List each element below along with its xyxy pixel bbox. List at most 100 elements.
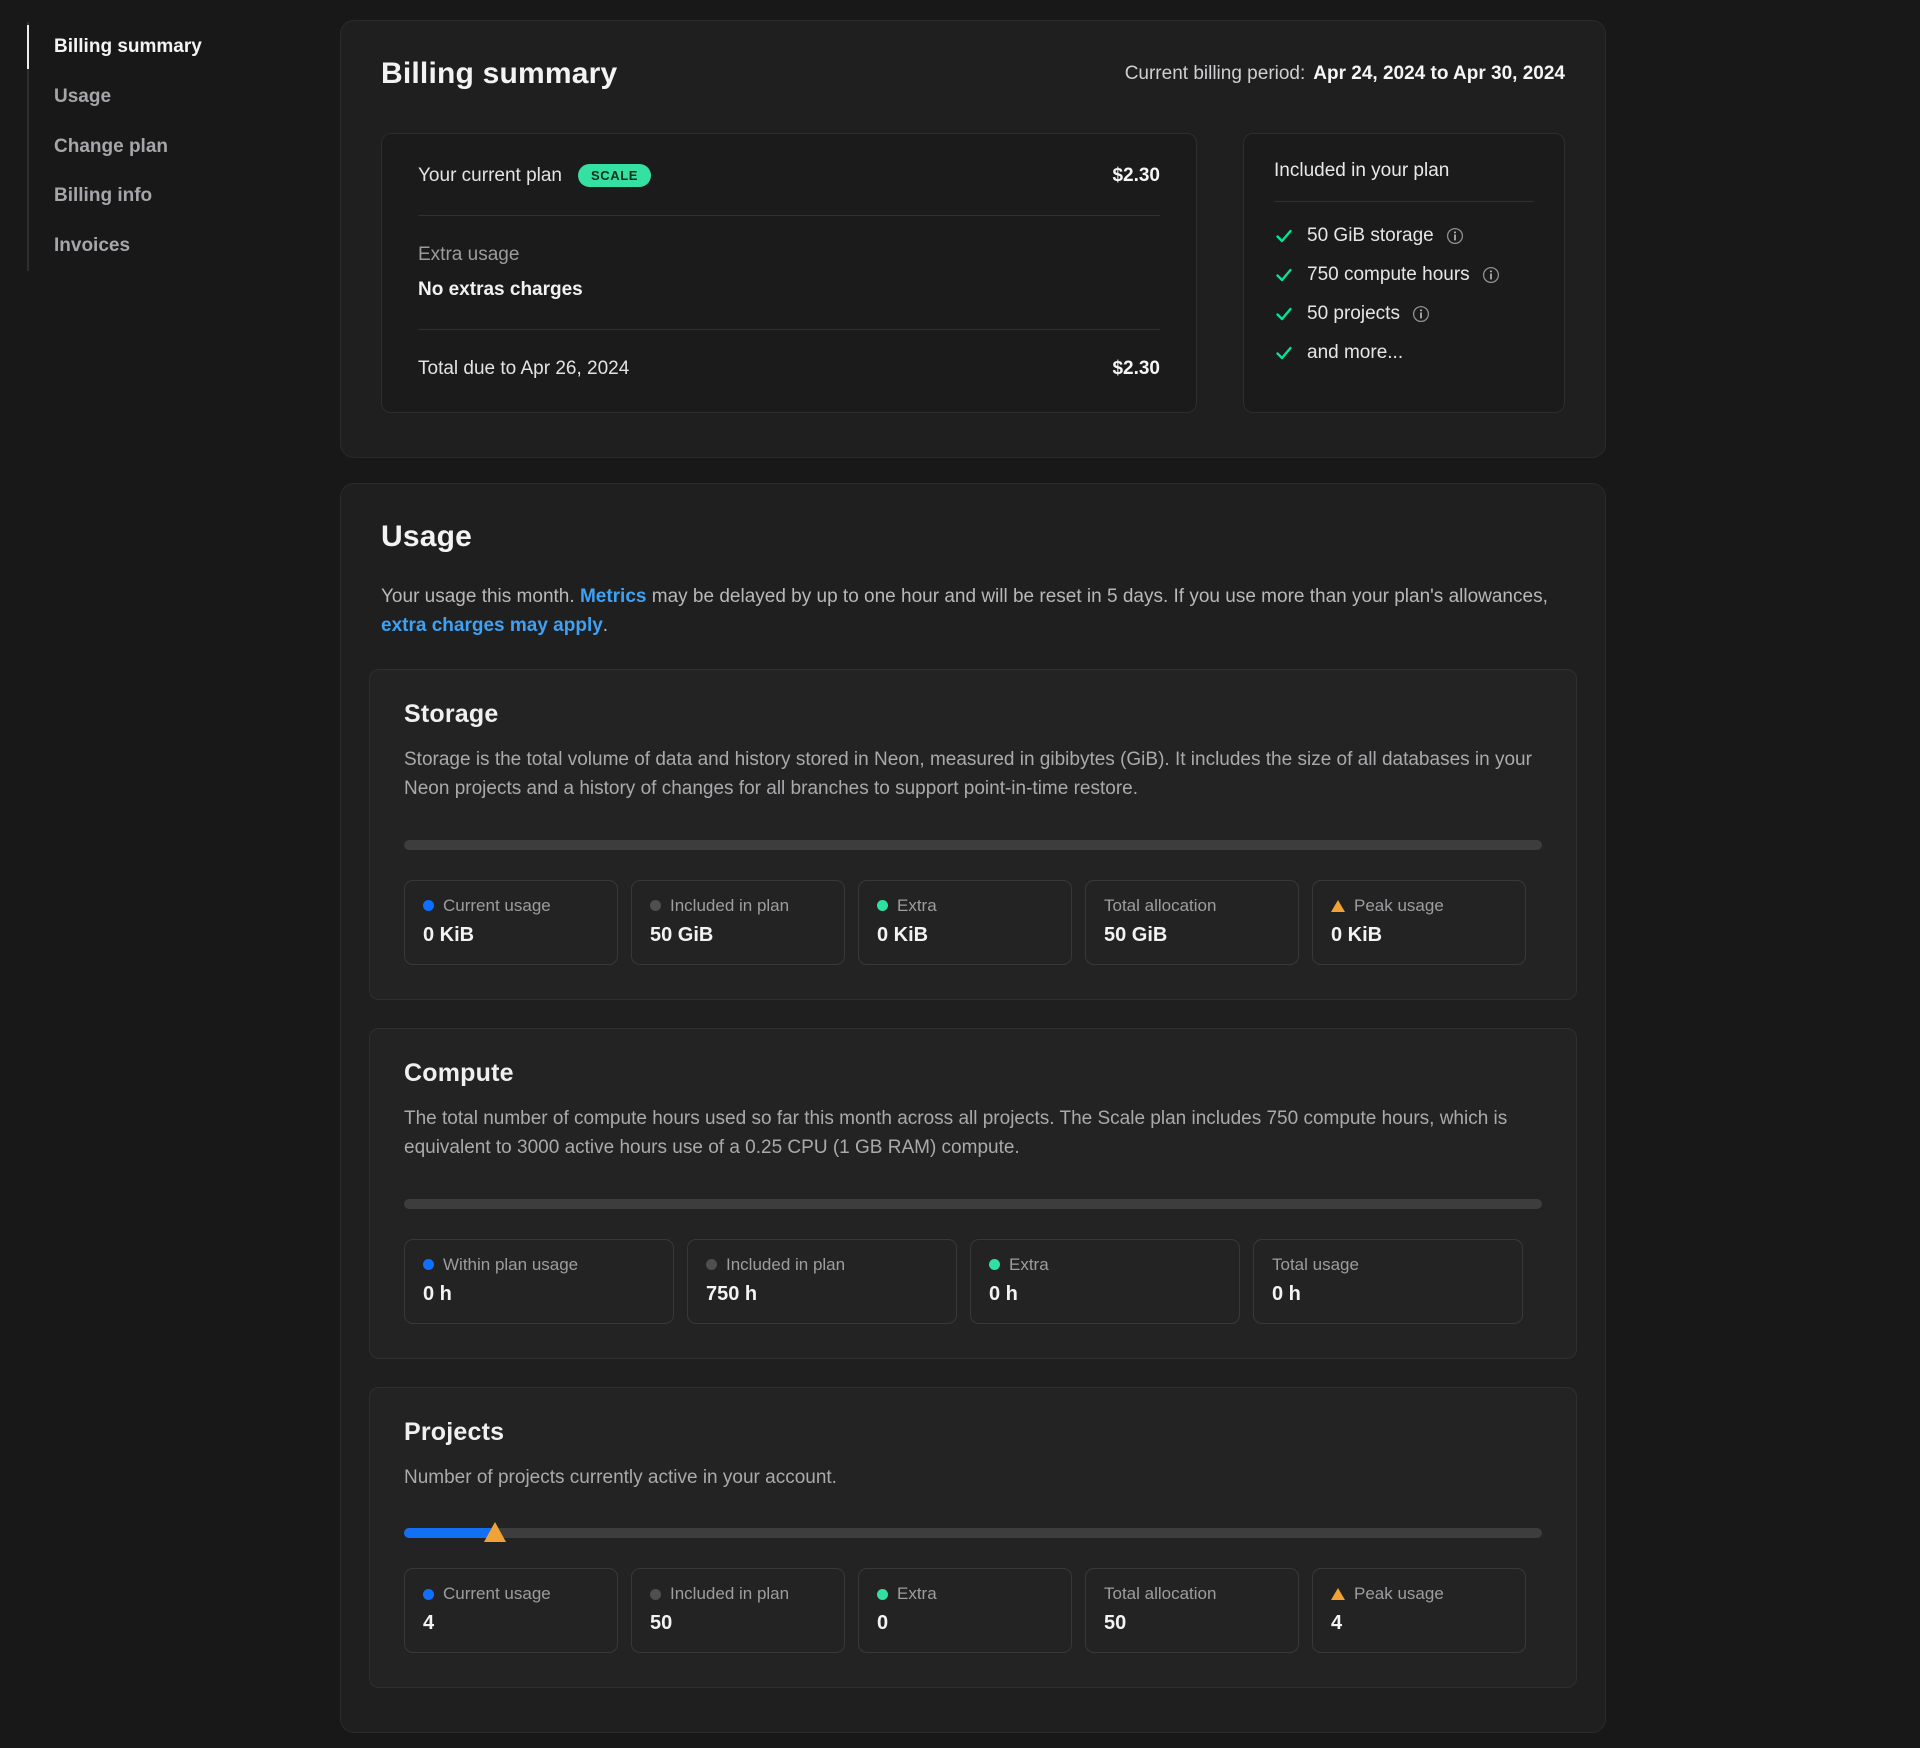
projects-card: Projects Number of projects currently ac… bbox=[369, 1387, 1577, 1688]
extra-usage-label: Extra usage bbox=[418, 244, 1160, 266]
storage-card: Storage Storage is the total volume of d… bbox=[369, 669, 1577, 1000]
compute-title: Compute bbox=[404, 1059, 1542, 1088]
current-plan-row: Your current plan SCALE $2.30 bbox=[418, 164, 1160, 187]
stat-card-total-allocation: Total allocation 50 bbox=[1085, 1568, 1299, 1653]
projects-title: Projects bbox=[404, 1418, 1542, 1447]
stat-value: 50 bbox=[1104, 1612, 1280, 1635]
gray-dot-icon bbox=[650, 1589, 661, 1600]
stat-label: Total allocation bbox=[1104, 1584, 1216, 1604]
sidebar-item-invoices[interactable]: Invoices bbox=[29, 221, 340, 271]
included-item-label: and more... bbox=[1307, 342, 1403, 364]
stat-card-within-plan-usage: Within plan usage 0 h bbox=[404, 1239, 674, 1324]
check-icon bbox=[1274, 226, 1294, 246]
info-icon[interactable] bbox=[1412, 305, 1430, 323]
included-item-compute: 750 compute hours bbox=[1274, 264, 1534, 286]
included-in-plan-card: Included in your plan 50 GiB storage bbox=[1243, 133, 1565, 413]
green-dot-icon bbox=[877, 1589, 888, 1600]
peak-marker-icon bbox=[484, 1522, 506, 1542]
stat-card-included-in-plan: Included in plan 50 GiB bbox=[631, 880, 845, 965]
stat-card-extra: Extra 0 bbox=[858, 1568, 1072, 1653]
extra-usage-block: Extra usage No extras charges bbox=[418, 244, 1160, 301]
stat-label: Included in plan bbox=[726, 1255, 845, 1275]
gray-dot-icon bbox=[706, 1259, 717, 1270]
included-item-label: 50 projects bbox=[1307, 303, 1400, 325]
billing-nav: Billing summary Usage Change plan Billin… bbox=[27, 22, 340, 271]
projects-progress-fill bbox=[404, 1528, 495, 1538]
stat-label: Total usage bbox=[1272, 1255, 1359, 1275]
divider bbox=[418, 329, 1160, 330]
sidebar-item-billing-info[interactable]: Billing info bbox=[29, 171, 340, 221]
plan-amount: $2.30 bbox=[1112, 165, 1160, 187]
storage-description: Storage is the total volume of data and … bbox=[404, 745, 1542, 804]
sidebar-item-billing-summary[interactable]: Billing summary bbox=[29, 22, 340, 72]
stat-value: 750 h bbox=[706, 1283, 938, 1306]
usage-intro: Your usage this month. Metrics may be de… bbox=[381, 582, 1561, 641]
billing-period-value: Apr 24, 2024 to Apr 30, 2024 bbox=[1313, 63, 1565, 84]
usage-intro-text: may be delayed by up to one hour and wil… bbox=[646, 586, 1547, 607]
billing-summary-title: Billing summary bbox=[381, 57, 617, 91]
blue-dot-icon bbox=[423, 1589, 434, 1600]
extra-charges-link[interactable]: extra charges may apply bbox=[381, 615, 603, 636]
metrics-link[interactable]: Metrics bbox=[580, 586, 647, 607]
compute-card: Compute The total number of compute hour… bbox=[369, 1028, 1577, 1359]
divider bbox=[418, 215, 1160, 216]
projects-progress-bar bbox=[404, 1528, 1542, 1538]
stat-label: Within plan usage bbox=[443, 1255, 578, 1275]
storage-stats: Current usage 0 KiB Included in plan 50 … bbox=[404, 880, 1542, 965]
gray-dot-icon bbox=[650, 900, 661, 911]
stat-label: Included in plan bbox=[670, 896, 789, 916]
stat-card-total-allocation: Total allocation 50 GiB bbox=[1085, 880, 1299, 965]
stat-value: 50 GiB bbox=[1104, 924, 1280, 947]
stat-value: 4 bbox=[423, 1612, 599, 1635]
compute-stats: Within plan usage 0 h Included in plan 7… bbox=[404, 1239, 1542, 1324]
stat-label: Peak usage bbox=[1354, 1584, 1444, 1604]
billing-summary-section: Billing summary Current billing period: A… bbox=[340, 20, 1606, 458]
stat-label: Extra bbox=[1009, 1255, 1049, 1275]
green-dot-icon bbox=[989, 1259, 1000, 1270]
sidebar-item-usage[interactable]: Usage bbox=[29, 72, 340, 122]
stat-value: 0 h bbox=[989, 1283, 1221, 1306]
extra-usage-value: No extras charges bbox=[418, 279, 1160, 301]
compute-progress-bar bbox=[404, 1199, 1542, 1209]
info-icon[interactable] bbox=[1446, 227, 1464, 245]
stat-value: 50 GiB bbox=[650, 924, 826, 947]
sidebar-item-change-plan[interactable]: Change plan bbox=[29, 122, 340, 172]
stat-card-current-usage: Current usage 0 KiB bbox=[404, 880, 618, 965]
stat-value: 50 bbox=[650, 1612, 826, 1635]
usage-intro-text: Your usage this month. bbox=[381, 586, 580, 607]
usage-intro-text: . bbox=[603, 615, 608, 636]
usage-section: Usage Your usage this month. Metrics may… bbox=[340, 483, 1606, 1733]
total-due-amount: $2.30 bbox=[1112, 358, 1160, 380]
billing-period-label: Current billing period: bbox=[1125, 63, 1306, 84]
info-icon[interactable] bbox=[1482, 266, 1500, 284]
included-item-label: 50 GiB storage bbox=[1307, 225, 1434, 247]
peak-triangle-icon bbox=[1331, 900, 1345, 912]
main-content: Billing summary Current billing period: A… bbox=[340, 0, 1606, 1748]
stat-label: Total allocation bbox=[1104, 896, 1216, 916]
stat-label: Peak usage bbox=[1354, 896, 1444, 916]
stat-card-included-in-plan: Included in plan 50 bbox=[631, 1568, 845, 1653]
billing-period: Current billing period: Apr 24, 2024 to A… bbox=[1125, 63, 1565, 85]
billing-summary-header: Billing summary Current billing period: A… bbox=[381, 57, 1565, 91]
storage-title: Storage bbox=[404, 700, 1542, 729]
stat-label: Included in plan bbox=[670, 1584, 789, 1604]
included-item-storage: 50 GiB storage bbox=[1274, 225, 1534, 247]
projects-stats: Current usage 4 Included in plan 50 Extr… bbox=[404, 1568, 1542, 1653]
included-item-more: and more... bbox=[1274, 342, 1534, 364]
blue-dot-icon bbox=[423, 900, 434, 911]
stat-value: 0 h bbox=[423, 1283, 655, 1306]
peak-triangle-icon bbox=[1331, 1588, 1345, 1600]
stat-value: 0 h bbox=[1272, 1283, 1504, 1306]
billing-page: Billing summary Usage Change plan Billin… bbox=[0, 0, 1920, 1748]
plan-summary-card: Your current plan SCALE $2.30 Extra usag… bbox=[381, 133, 1197, 413]
stat-card-extra: Extra 0 KiB bbox=[858, 880, 1072, 965]
included-item-label: 750 compute hours bbox=[1307, 264, 1470, 286]
stat-label: Current usage bbox=[443, 896, 551, 916]
usage-title: Usage bbox=[381, 520, 1565, 554]
projects-description: Number of projects currently active in y… bbox=[404, 1463, 1542, 1492]
billing-row: Your current plan SCALE $2.30 Extra usag… bbox=[381, 133, 1565, 413]
sidebar: Billing summary Usage Change plan Billin… bbox=[0, 0, 340, 1748]
check-icon bbox=[1274, 343, 1294, 363]
stat-card-current-usage: Current usage 4 bbox=[404, 1568, 618, 1653]
stat-card-total-usage: Total usage 0 h bbox=[1253, 1239, 1523, 1324]
